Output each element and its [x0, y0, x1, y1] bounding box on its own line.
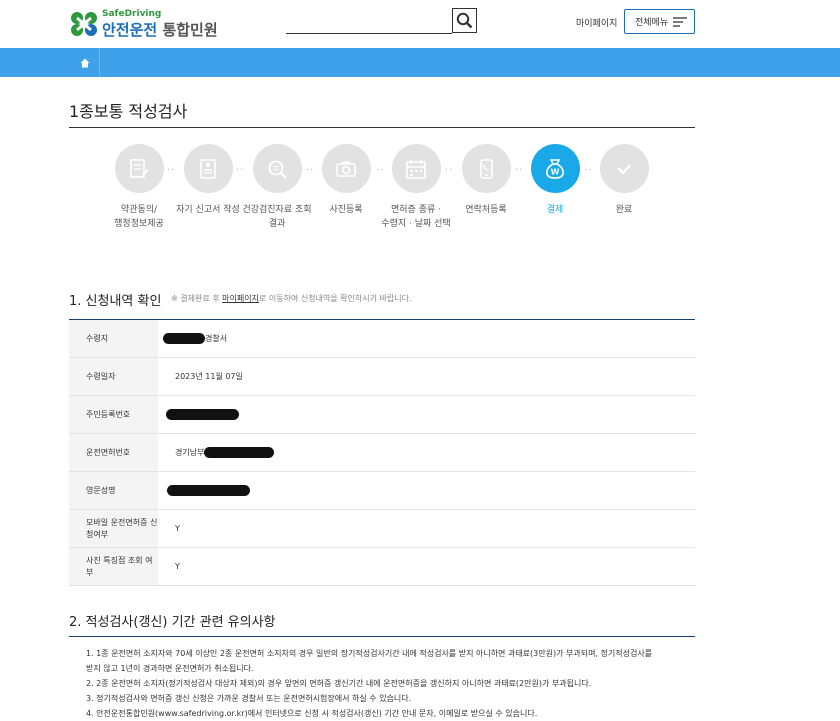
- home-icon: [80, 58, 89, 67]
- mypage-link[interactable]: 마이페이지: [576, 16, 617, 29]
- mobile-license-value: Y: [175, 524, 180, 533]
- row-label: 운전면허번호: [69, 434, 158, 471]
- row-label: 수령일자: [69, 358, 158, 395]
- home-button[interactable]: [70, 48, 100, 77]
- navigation-bar: [0, 48, 840, 77]
- document-edit-icon: [130, 158, 149, 178]
- mypage-note-link[interactable]: 마이페이지: [222, 294, 259, 303]
- section-title-application: 1. 신청내역 확인: [69, 294, 162, 309]
- redacted-block: [167, 485, 250, 496]
- step-complete: 완료: [579, 144, 669, 217]
- search-document-icon: [268, 160, 287, 179]
- step-circle: [114, 144, 164, 193]
- note-prefix: ※ 결제완료 후: [171, 294, 223, 303]
- table-row: 운전면허번호 경기남부: [69, 434, 695, 472]
- pickup-date-value: 2023년 11월 07일: [175, 372, 243, 381]
- svg-text:W: W: [551, 167, 560, 176]
- note-suffix: 로 이동하여 신청내역을 확인하시기 바랍니다.: [258, 294, 412, 303]
- check-icon: [617, 163, 631, 175]
- step-label: 완료: [615, 205, 633, 215]
- pickup-location-value: 경찰서: [205, 334, 228, 343]
- logo-mark-icon: [71, 12, 97, 36]
- row-value: 경기남부: [158, 434, 695, 471]
- notice-list: 1. 1종 운전면허 소지자와 70세 이상인 2종 운전면허 소지자의 경우 …: [86, 646, 686, 721]
- row-value: [158, 472, 695, 509]
- phone-icon: [480, 158, 493, 179]
- step-circle: [252, 144, 302, 193]
- notice-line: 받지 않고 1년이 경과하면 운전면허가 취소됩니다.: [86, 664, 254, 673]
- logo-korean-b: 통합민원: [162, 21, 218, 39]
- search-icon: [456, 12, 473, 29]
- table-row: 사진 특징점 조회 여부 Y: [69, 548, 695, 586]
- row-label: 영문성명: [69, 472, 158, 509]
- table-row: 주민등록번호: [69, 396, 695, 434]
- photo-check-value: Y: [175, 562, 180, 571]
- table-row: 모바일 운전면허증 신청여부 Y: [69, 510, 695, 548]
- notice-line: 1. 1종 운전면허 소지자와 70세 이상인 2종 운전면허 소지자의 경우 …: [86, 649, 653, 658]
- all-menu-label: 전체메뉴: [635, 18, 669, 28]
- camera-icon: [336, 161, 356, 177]
- application-table: 수령지 경찰서 수령일자 2023년 11월 07일 주민등록번호 운전면허번호…: [69, 320, 695, 586]
- row-label: 수령지: [69, 320, 158, 357]
- license-number-value: 경기남부: [175, 448, 205, 457]
- redacted-block: [204, 447, 275, 458]
- calendar-icon: [406, 159, 426, 179]
- notice-line: 2. 2종 운전면허 소지자(정기적성검사 대상자 제외)의 경우 앞면의 면허…: [86, 679, 592, 688]
- section2-divider: [69, 636, 695, 637]
- search-button[interactable]: [452, 8, 477, 33]
- step-circle: [183, 144, 233, 193]
- section-note: ※ 결제완료 후 마이페이지로 이동하여 신청내역을 확인하시기 바랍니다.: [171, 293, 412, 304]
- notice-line: 3. 정기적성검사와 면허증 갱신 신청은 가까운 경찰서 또는 운전면허시험장…: [86, 694, 412, 703]
- step-circle: W: [530, 144, 580, 193]
- step-circle: [461, 144, 511, 193]
- redacted-block: [166, 409, 239, 420]
- progress-steps: 약관동의/ 행정정보제공 ·· 자기 신고서 작성 ·· 건강검진자료 조회 결…: [100, 144, 660, 234]
- page-title: 1종보통 적성검사: [69, 102, 188, 121]
- money-bag-icon: W: [546, 158, 564, 179]
- row-label: 모바일 운전면허증 신청여부: [69, 510, 158, 547]
- form-icon: [200, 158, 216, 179]
- logo-korean-a: 안전운전: [102, 21, 158, 39]
- site-header: SafeDriving 안전운전 통합민원 마이페이지 전체메뉴: [0, 0, 840, 48]
- table-row: 수령지 경찰서: [69, 320, 695, 358]
- row-value: 경찰서: [158, 320, 695, 357]
- row-label: 주민등록번호: [69, 396, 158, 433]
- table-row: 영문성명: [69, 472, 695, 510]
- step-circle: [391, 144, 441, 193]
- step-circle: [599, 144, 649, 193]
- hamburger-menu-icon: [673, 17, 687, 27]
- logo-english: SafeDriving: [102, 9, 162, 19]
- title-divider: [69, 127, 695, 128]
- search-input[interactable]: [286, 14, 452, 34]
- section-title-notice: 2. 적성검사(갱신) 기간 관련 유의사항: [69, 615, 276, 630]
- redacted-block: [163, 333, 205, 344]
- all-menu-button[interactable]: 전체메뉴: [624, 9, 695, 34]
- row-label: 사진 특징점 조회 여부: [69, 548, 158, 585]
- table-row: 수령일자 2023년 11월 07일: [69, 358, 695, 396]
- notice-line: 4. 안전운전통합민원(www.safedriving.or.kr)에서 인터넷…: [86, 709, 538, 718]
- row-value: [158, 396, 695, 433]
- logo-korean: 안전운전 통합민원: [102, 19, 218, 40]
- step-circle: [321, 144, 371, 193]
